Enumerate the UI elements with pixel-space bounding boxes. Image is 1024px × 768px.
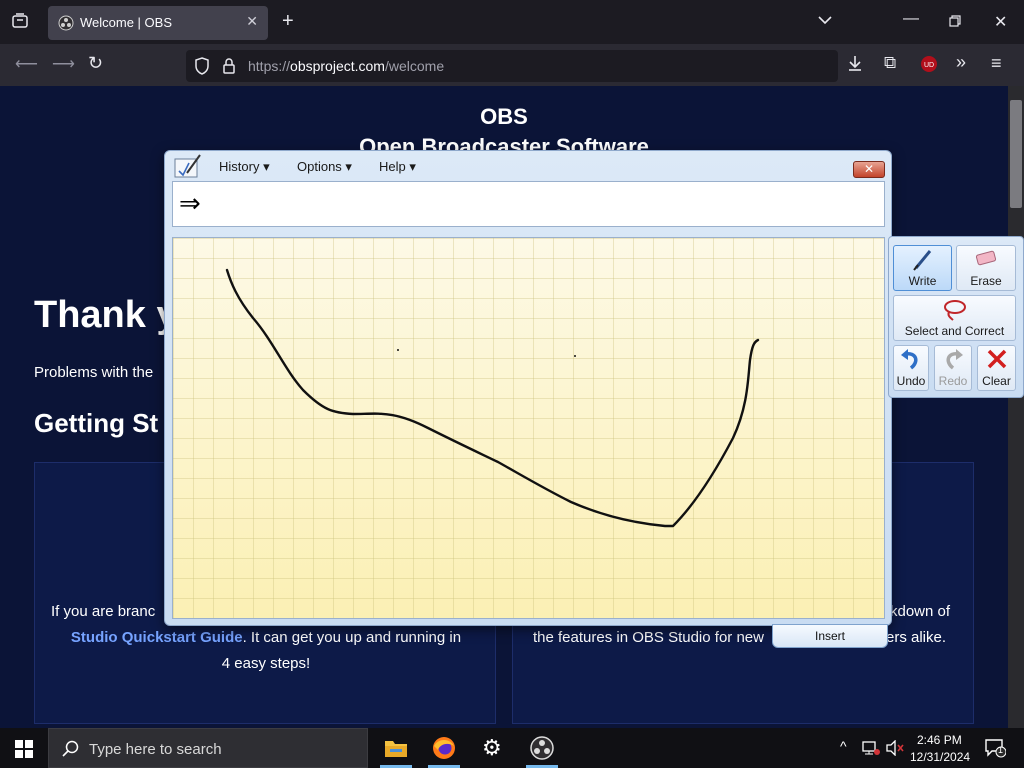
notification-count: 1 bbox=[998, 745, 1004, 755]
writing-area[interactable] bbox=[172, 237, 885, 619]
menu-icon[interactable]: ≡ bbox=[991, 53, 1002, 74]
menu-help[interactable]: Help ▾ bbox=[379, 159, 416, 175]
card-right-line2a: the features in OBS Studio for new bbox=[533, 629, 764, 646]
lock-icon[interactable] bbox=[222, 57, 236, 80]
erase-button[interactable]: Erase bbox=[956, 245, 1016, 291]
select-and-correct-button[interactable]: Select and Correct bbox=[893, 295, 1016, 341]
tab-title: Welcome | OBS bbox=[80, 15, 172, 30]
card-left-line2: Studio Quickstart Guide. It can get you … bbox=[35, 629, 497, 646]
volume-muted-icon[interactable] bbox=[886, 739, 904, 759]
forward-icon[interactable]: ⟶ bbox=[52, 54, 75, 74]
obs-icon[interactable] bbox=[530, 736, 554, 765]
close-panel-button[interactable]: ✕ bbox=[853, 161, 885, 178]
insert-button[interactable]: Insert bbox=[772, 624, 888, 648]
search-placeholder: Type here to search bbox=[89, 741, 222, 758]
browser-tab[interactable]: Welcome | OBS ✕ bbox=[48, 6, 268, 40]
restore-icon[interactable] bbox=[949, 14, 961, 32]
card-left-line1: If you are branc bbox=[51, 603, 156, 620]
undo-button[interactable]: Undo bbox=[893, 345, 929, 391]
problems-text: Problems with the bbox=[34, 364, 154, 381]
chevron-up-icon[interactable]: ^ bbox=[840, 738, 847, 754]
eraser-icon bbox=[957, 248, 1015, 276]
new-tab-icon[interactable]: + bbox=[282, 10, 294, 33]
card-left-line3: 4 easy steps! bbox=[221, 655, 311, 672]
redo-button[interactable]: Redo bbox=[934, 345, 972, 391]
math-input-app-icon bbox=[173, 153, 203, 184]
menu-options[interactable]: Options ▾ bbox=[297, 159, 352, 175]
file-explorer-icon[interactable] bbox=[384, 737, 408, 764]
reload-icon[interactable]: ↻ bbox=[88, 53, 103, 74]
close-window-icon[interactable]: ✕ bbox=[994, 12, 1007, 32]
quickstart-guide-link[interactable]: Studio Quickstart Guide bbox=[71, 629, 243, 646]
url-bar[interactable]: https://obsproject.com/welcome bbox=[186, 50, 838, 82]
windows-start-icon[interactable] bbox=[15, 740, 33, 763]
chevron-down-icon[interactable] bbox=[818, 12, 832, 30]
extensions-icon[interactable]: ⧉ bbox=[884, 53, 896, 73]
windows-taskbar: Type here to search ⚙ ^ 2:46 PM 12/31/20… bbox=[0, 728, 1024, 768]
search-icon bbox=[62, 740, 80, 763]
preview-area: ⇒ bbox=[172, 181, 885, 227]
clock-time[interactable]: 2:46 PM bbox=[917, 733, 962, 747]
thank-you-heading: Thank y bbox=[34, 294, 178, 336]
network-icon[interactable] bbox=[862, 740, 880, 759]
tab-bar: Welcome | OBS ✕ + — ✕ bbox=[0, 0, 1024, 44]
card-left-line2-text: . It can get you up and running in bbox=[242, 629, 462, 646]
scrollbar-thumb[interactable] bbox=[1010, 100, 1022, 208]
taskbar-search[interactable]: Type here to search bbox=[48, 728, 368, 768]
minimize-icon[interactable]: — bbox=[903, 10, 919, 28]
card-right-line2b: ers alike. bbox=[886, 629, 947, 646]
page-heading: OBS bbox=[480, 104, 528, 129]
ublock-icon[interactable]: UD bbox=[920, 55, 938, 78]
tool-palette: Write Erase Select and Correct Undo Redo… bbox=[888, 236, 1024, 398]
back-icon[interactable]: ⟵ bbox=[15, 54, 38, 74]
close-tab-icon[interactable]: ✕ bbox=[246, 13, 258, 30]
svg-text:UD: UD bbox=[924, 62, 934, 69]
math-input-panel: History ▾ Options ▾ Help ▾ ✕ ⇒ bbox=[164, 150, 892, 626]
menu-history[interactable]: History ▾ bbox=[219, 159, 270, 175]
preview-symbol: ⇒ bbox=[179, 189, 201, 219]
handwriting-stroke bbox=[225, 268, 760, 528]
clear-icon bbox=[978, 348, 1015, 376]
getting-started-heading: Getting St bbox=[34, 408, 159, 438]
download-icon[interactable] bbox=[847, 54, 863, 77]
settings-icon[interactable]: ⚙ bbox=[482, 735, 502, 761]
url-text: https://obsproject.com/welcome bbox=[248, 58, 445, 74]
shield-icon[interactable] bbox=[194, 57, 210, 80]
page-scrollbar[interactable] bbox=[1008, 86, 1024, 728]
obs-favicon-icon bbox=[58, 15, 74, 34]
card-right-line1: kdown of bbox=[890, 603, 951, 620]
clock-date[interactable]: 12/31/2024 bbox=[910, 750, 970, 764]
write-button[interactable]: Write bbox=[893, 245, 952, 291]
tab-list-icon[interactable] bbox=[11, 12, 29, 35]
overflow-icon[interactable]: » bbox=[956, 52, 966, 73]
firefox-icon[interactable] bbox=[432, 736, 456, 765]
clear-button[interactable]: Clear bbox=[977, 345, 1016, 391]
